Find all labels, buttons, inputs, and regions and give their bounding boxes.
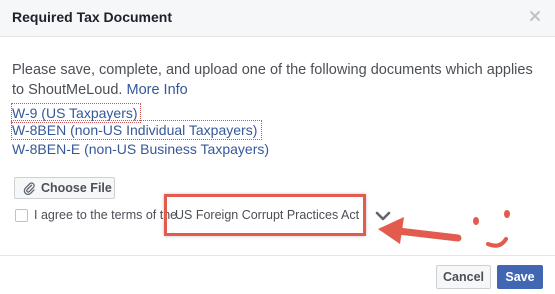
fcpa-link[interactable]: US Foreign Corrupt Practices Act: [175, 208, 359, 222]
chevron-down-icon[interactable]: [374, 210, 392, 222]
more-info-link[interactable]: More Info: [126, 82, 187, 98]
paperclip-icon: [23, 181, 35, 195]
smiley-mouth: [486, 237, 508, 248]
choose-file-button[interactable]: Choose File: [14, 177, 115, 199]
dialog-title: Required Tax Document: [12, 9, 172, 25]
annotation-smiley: [473, 210, 510, 248]
agree-label: I agree to the terms of the: [34, 208, 178, 222]
footer-divider: [0, 255, 555, 256]
close-icon[interactable]: [527, 8, 543, 24]
description-text: Please save, complete, and upload one of…: [12, 62, 533, 98]
choose-file-label: Choose File: [41, 181, 112, 195]
smiley-eye-right: [504, 210, 510, 218]
document-link-w9[interactable]: W-9 (US Taxpayers): [11, 103, 141, 123]
save-button[interactable]: Save: [497, 265, 543, 289]
instructions-text: Please save, complete, and upload one of…: [12, 60, 542, 100]
cancel-button[interactable]: Cancel: [436, 265, 491, 289]
document-link-w8ben[interactable]: W-8BEN (non-US Individual Taxpayers): [10, 120, 263, 140]
agree-checkbox[interactable]: [15, 209, 28, 222]
tax-document-dialog: Required Tax Document Please save, compl…: [0, 0, 555, 294]
document-link-w8ben-e[interactable]: W-8BEN-E (non-US Business Taxpayers): [12, 140, 269, 158]
dialog-header: Required Tax Document: [0, 0, 555, 37]
smiley-eye-left: [473, 217, 479, 225]
